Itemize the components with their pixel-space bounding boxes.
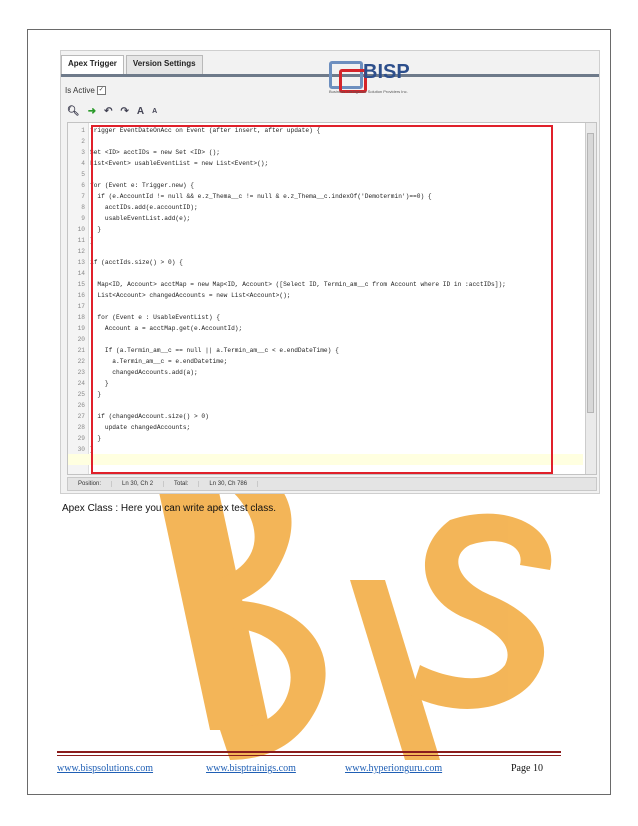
line-number: 15 (77, 281, 85, 288)
line-number: 8 (81, 204, 85, 211)
line-number: 1 (81, 127, 85, 134)
line-number: 16 (77, 292, 85, 299)
caption-text: Apex Class : Here you can write apex tes… (62, 503, 276, 514)
tab-bar: Apex Trigger Version Settings (61, 55, 205, 75)
line-number: 27 (77, 413, 85, 420)
line-number: 20 (77, 336, 85, 343)
is-active-row: Is Active ✓ (65, 86, 106, 95)
line-number: 13 (77, 259, 85, 266)
is-active-label: Is Active (65, 86, 95, 95)
redo-icon[interactable]: ↷ (120, 106, 128, 117)
line-number: 5 (81, 171, 85, 178)
undo-icon[interactable]: ↶ (104, 106, 112, 117)
line-number: 24 (77, 380, 85, 387)
vertical-scrollbar[interactable] (585, 123, 596, 474)
line-number: 21 (77, 347, 85, 354)
line-number: 14 (77, 270, 85, 277)
footer-link-bisptrainings[interactable]: www.bisptrainigs.com (206, 763, 296, 774)
line-number: 19 (77, 325, 85, 332)
line-number: 17 (77, 303, 85, 310)
line-number: 12 (77, 248, 85, 255)
footer-rule-thin (57, 755, 561, 756)
bisp-logo: BISP Business Intelligence Solution Prov… (329, 59, 449, 99)
tab-apex-trigger[interactable]: Apex Trigger (61, 55, 124, 75)
editor-screenshot: Apex Trigger Version Settings BISP Busin… (60, 50, 600, 494)
logo-text: BISP (363, 61, 410, 83)
footer-link-hyperionguru[interactable]: www.hyperionguru.com (345, 763, 442, 774)
total-value: Ln 30, Ch 786 (199, 481, 259, 487)
editor-toolbar: 🔍︎ ➜ ↶ ↷ A A (67, 104, 157, 118)
logo-subtitle: Business Intelligence Solution Providers… (329, 89, 408, 94)
line-number: 30 (77, 446, 85, 453)
line-number: 18 (77, 314, 85, 321)
line-number: 11 (77, 237, 85, 244)
highlight-box (91, 125, 553, 474)
line-number: 28 (77, 424, 85, 431)
line-number: 25 (77, 391, 85, 398)
line-number: 29 (77, 435, 85, 442)
tab-version-settings[interactable]: Version Settings (125, 55, 203, 75)
position-label: Position: (68, 481, 113, 487)
go-to-line-icon[interactable]: ➜ (88, 106, 96, 117)
font-decrease-button[interactable]: A (152, 108, 157, 115)
code-editor[interactable]: 1 trigger EventDateOnAcc on Event (after … (67, 122, 597, 475)
footer-link-bispsolutions[interactable]: www.bispsolutions.com (57, 763, 153, 774)
status-bar: Position: Ln 30, Ch 2 Total: Ln 30, Ch 7… (67, 477, 597, 491)
line-number: 4 (81, 160, 85, 167)
line-number: 7 (81, 193, 85, 200)
line-number: 6 (81, 182, 85, 189)
scrollbar-thumb[interactable] (587, 133, 594, 413)
line-number: 26 (77, 402, 85, 409)
line-number: 10 (77, 226, 85, 233)
line-number: 3 (81, 149, 85, 156)
line-number: 2 (81, 138, 85, 145)
total-label: Total: (164, 481, 200, 487)
line-number: 23 (77, 369, 85, 376)
line-number: 22 (77, 358, 85, 365)
page-number: Page 10 (511, 763, 543, 774)
is-active-checkbox[interactable]: ✓ (96, 86, 106, 95)
footer-rule-thick (57, 751, 561, 753)
search-icon[interactable]: 🔍︎ (67, 106, 80, 117)
font-increase-button[interactable]: A (137, 106, 144, 117)
line-number: 9 (81, 215, 85, 222)
position-value: Ln 30, Ch 2 (112, 481, 165, 487)
